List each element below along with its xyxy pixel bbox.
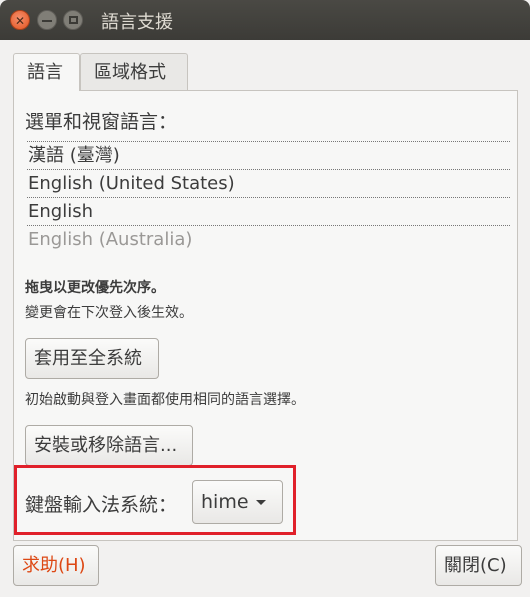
list-item[interactable]: English	[27, 197, 510, 225]
language-panel: 選單和視窗語言： 漢語 (臺灣) English (United States)…	[13, 90, 518, 541]
close-icon: ✕	[14, 14, 26, 28]
minimize-icon	[42, 20, 52, 22]
tab-regional-formats[interactable]: 區域格式	[80, 53, 188, 90]
tab-language[interactable]: 語言	[13, 53, 80, 91]
apply-system-wide-button[interactable]: 套用至全系統	[25, 338, 159, 379]
startup-hint: 初始啟動與登入畫面都使用相同的語言選擇。	[25, 392, 305, 408]
list-item[interactable]: English (United States)	[27, 169, 510, 197]
help-button[interactable]: 求助(H)	[13, 545, 99, 586]
maximize-window-button[interactable]	[63, 10, 83, 30]
title-bar: ✕ 語言支援	[0, 0, 530, 40]
drag-hint: 拖曳以更改優先次序。	[25, 280, 165, 296]
keyboard-input-select[interactable]: hime	[192, 480, 283, 524]
close-button[interactable]: 關閉(C)	[435, 545, 522, 586]
language-list[interactable]: 漢語 (臺灣) English (United States) English …	[27, 141, 510, 261]
change-hint: 變更會在下次登入後生效。	[25, 305, 193, 321]
chevron-down-icon	[256, 500, 266, 505]
window-title: 語言支援	[101, 12, 173, 33]
close-window-button[interactable]: ✕	[10, 10, 30, 30]
list-item[interactable]: English (Australia)	[27, 225, 510, 253]
minimize-window-button[interactable]	[37, 10, 57, 30]
keyboard-input-label: 鍵盤輸入法系統：	[25, 494, 178, 516]
maximize-icon	[68, 16, 78, 24]
menu-language-label: 選單和視窗語言：	[25, 111, 178, 133]
keyboard-input-value: hime	[201, 491, 249, 513]
install-remove-languages-button[interactable]: 安裝或移除語言...	[25, 425, 193, 466]
list-item[interactable]: 漢語 (臺灣)	[27, 141, 510, 169]
